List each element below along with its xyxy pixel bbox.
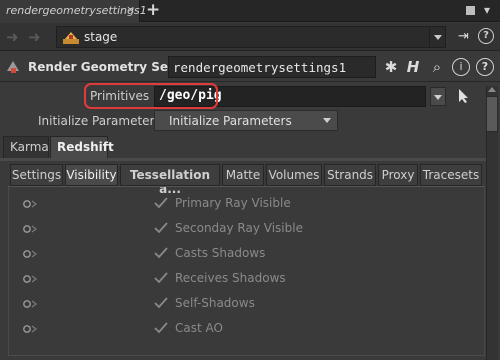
override-toggle-icon[interactable] (22, 273, 38, 285)
visibility-row-label: Self-Shadows (175, 296, 255, 310)
override-toggle-icon[interactable] (22, 248, 38, 260)
path-bar: ➜ ➜ stage ⇥ ? (0, 23, 500, 51)
info-icon[interactable]: i (452, 58, 470, 76)
initialize-menu-label: Initialize Parameters (169, 114, 292, 128)
override-toggle-icon[interactable] (22, 323, 38, 335)
override-toggle-icon[interactable] (22, 298, 38, 310)
close-icon[interactable]: × (126, 3, 135, 16)
help-icon[interactable]: ? (478, 28, 494, 44)
override-toggle-icon[interactable] (22, 223, 38, 235)
chevron-down-icon[interactable] (429, 27, 445, 47)
forward-arrow-icon[interactable]: ➜ (28, 28, 41, 46)
tab-volumes[interactable]: Volumes (266, 164, 322, 186)
maximize-icon[interactable] (466, 6, 475, 15)
checkmark-icon[interactable] (154, 322, 168, 334)
stage-icon (63, 32, 79, 44)
tab-strip: rendergeometrysettings1 × + ▾ (0, 0, 500, 22)
initialize-label: Initialize Parameters (38, 114, 161, 128)
tab-karma[interactable]: Karma (3, 136, 49, 158)
primitives-dropdown[interactable] (430, 87, 446, 106)
initialize-parameters-menu[interactable]: Initialize Parameters (154, 110, 338, 131)
tab-label: Settings (11, 168, 62, 182)
path-label: stage (84, 30, 118, 44)
tab-karma-label: Karma (10, 140, 49, 154)
chevron-down-icon (323, 118, 331, 123)
select-arrow-icon[interactable] (458, 88, 470, 104)
node-name-field[interactable]: rendergeometrysettings1 (168, 56, 376, 78)
help-icon[interactable]: ? (476, 58, 494, 76)
visibility-row-label: Primary Ray Visible (175, 196, 291, 210)
checkmark-icon[interactable] (154, 197, 168, 209)
tab-tracesets[interactable]: Tracesets (420, 164, 482, 186)
tab-redshift-label: Redshift (57, 140, 114, 154)
tab-label: Visibility (66, 168, 117, 182)
checkmark-icon[interactable] (154, 272, 168, 284)
tab-settings[interactable]: Settings (10, 164, 63, 186)
node-header: Render Geometry Settings rendergeometrys… (0, 52, 500, 82)
tab-label: Matte (225, 168, 261, 182)
scroll-up-icon[interactable] (488, 87, 496, 92)
houdini-h-icon[interactable]: H (404, 58, 422, 76)
tab-redshift[interactable]: Redshift (50, 136, 114, 158)
menu-icon[interactable]: ▾ (484, 3, 490, 17)
tab-tessellation[interactable]: Tessellation a... (120, 164, 220, 196)
visibility-row-label: Cast AO (175, 321, 223, 335)
checkmark-icon[interactable] (154, 247, 168, 259)
tab-divider (0, 158, 486, 161)
visibility-row-label: Seconday Ray Visible (175, 221, 303, 235)
visibility-row-label: Casts Shadows (175, 246, 266, 260)
tab-label: Tracesets (422, 168, 480, 182)
tab-rendergeometrysettings[interactable]: rendergeometrysettings1 × (0, 0, 147, 22)
gear-icon[interactable]: ✱ (382, 58, 400, 76)
tab-label: Strands (326, 168, 374, 182)
tab-proxy[interactable]: Proxy (378, 164, 418, 186)
checkmark-icon[interactable] (154, 222, 168, 234)
tab-strands[interactable]: Strands (324, 164, 376, 186)
tab-visibility[interactable]: Visibility (65, 164, 118, 186)
override-toggle-icon[interactable] (22, 198, 38, 210)
visibility-row-label: Receives Shadows (175, 271, 286, 285)
network-path-field[interactable]: stage (56, 26, 446, 48)
tab-matte[interactable]: Matte (222, 164, 264, 186)
checkmark-icon[interactable] (154, 297, 168, 309)
scrollbar-thumb[interactable] (486, 96, 498, 132)
node-type-icon (7, 61, 19, 73)
tab-label: Volumes (268, 168, 320, 182)
add-tab-icon[interactable]: + (146, 0, 160, 20)
back-arrow-icon[interactable]: ➜ (6, 28, 19, 46)
pin-icon[interactable]: ⇥ (458, 29, 469, 44)
primitives-highlight (84, 83, 218, 109)
search-icon[interactable]: ⌕ (428, 58, 446, 76)
tab-label: Proxy (381, 168, 415, 182)
